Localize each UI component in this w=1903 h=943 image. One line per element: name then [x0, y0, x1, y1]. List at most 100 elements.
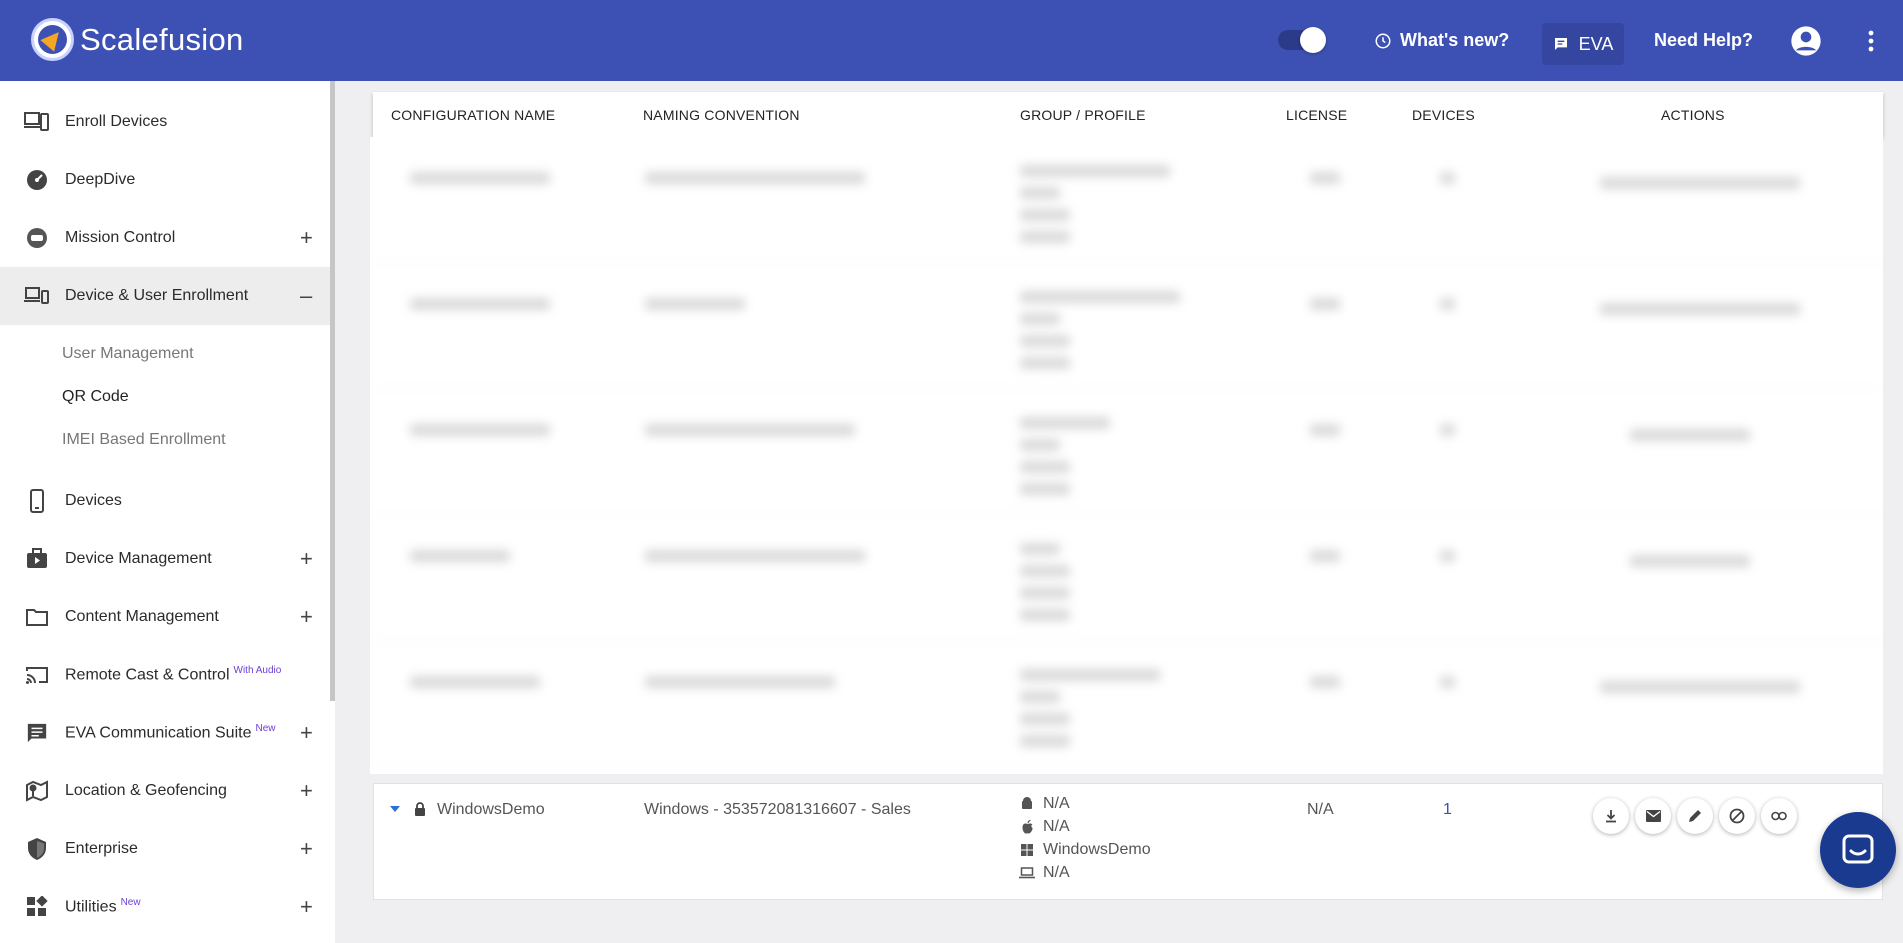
sidebar-item-label: EVA Communication Suite New: [65, 723, 275, 742]
chat-bubble-icon: [1842, 834, 1874, 864]
sidebar-item-label: Mission Control: [65, 229, 176, 246]
sidebar-item-devices[interactable]: Devices: [0, 472, 330, 530]
apple-icon: [1019, 819, 1035, 835]
eva-label: EVA: [1578, 33, 1614, 54]
sidebar-item-location-geofencing[interactable]: Location & Geofencing +: [0, 762, 330, 820]
folder-icon: [24, 604, 50, 630]
ios-profile: N/A: [1019, 818, 1070, 836]
cast-icon: [24, 662, 50, 688]
sidebar-item-device-user-enrollment[interactable]: Device & User Enrollment –: [0, 267, 330, 325]
sidebar-item-deepdive[interactable]: DeepDive: [0, 151, 330, 209]
sidebar-item-enroll-devices[interactable]: Enroll Devices: [0, 93, 330, 151]
column-header-group-profile[interactable]: GROUP / PROFILE: [1020, 107, 1146, 123]
sidebar-subitem-imei-enrollment[interactable]: IMEI Based Enrollment: [62, 431, 226, 449]
laptop-icon: [1019, 865, 1035, 881]
mission-control-icon: [24, 225, 50, 251]
windows-value: WindowsDemo: [1043, 841, 1151, 858]
table-row: [370, 263, 1883, 389]
sidebar-item-mission-control[interactable]: Mission Control +: [0, 209, 330, 267]
new-badge: New: [255, 723, 276, 735]
expand-icon[interactable]: +: [300, 604, 313, 630]
table-row: [370, 641, 1883, 767]
sidebar-item-label: Devices: [65, 492, 122, 509]
widgets-icon: [24, 894, 50, 920]
map-pin-icon: [24, 778, 50, 804]
sidebar-item-eva-suite[interactable]: EVA Communication Suite New +: [0, 704, 330, 762]
link-button[interactable]: [1761, 798, 1797, 834]
android-value: N/A: [1043, 795, 1070, 812]
sidebar-subitem-qr-code[interactable]: QR Code: [62, 388, 129, 406]
table-row-windowsdemo[interactable]: WindowsDemo Windows - 353572081316607 - …: [373, 783, 1883, 900]
expand-icon[interactable]: +: [300, 546, 313, 572]
sidebar-scrollbar[interactable]: [330, 81, 335, 701]
sidebar-item-remote-cast[interactable]: Remote Cast & Control With Audio: [0, 646, 330, 704]
more-options-icon[interactable]: [1867, 29, 1875, 53]
table-row: [370, 389, 1883, 515]
blurred-rows: [370, 137, 1883, 774]
chat-icon: [24, 720, 50, 746]
need-help-label: Need Help?: [1654, 30, 1754, 50]
column-header-naming-convention[interactable]: NAMING CONVENTION: [643, 107, 800, 123]
mac-value: N/A: [1043, 864, 1070, 881]
ios-value: N/A: [1043, 818, 1070, 835]
chat-support-button[interactable]: [1820, 812, 1896, 888]
sidebar-item-label: Enterprise: [65, 840, 138, 857]
toggle-knob[interactable]: [1300, 27, 1326, 53]
mac-profile: N/A: [1019, 864, 1070, 882]
devices-count-link[interactable]: 1: [1443, 801, 1452, 819]
column-header-actions: ACTIONS: [1661, 106, 1725, 123]
clock-icon: [1375, 33, 1391, 48]
sidebar-item-utilities[interactable]: Utilities New +: [0, 878, 330, 936]
sidebar-item-text: Utilities: [65, 898, 117, 916]
sidebar-subitem-user-management[interactable]: User Management: [62, 345, 194, 363]
mail-icon: [1645, 810, 1661, 822]
configuration-name[interactable]: WindowsDemo: [437, 801, 545, 819]
sidebar-item-content-management[interactable]: Content Management +: [0, 588, 330, 646]
enroll-icon: [24, 109, 50, 135]
block-icon: [1729, 808, 1745, 824]
sidebar-item-label: Content Management: [65, 608, 219, 625]
expand-icon[interactable]: +: [300, 225, 313, 251]
speedometer-icon: [24, 167, 50, 193]
sidebar-item-device-management[interactable]: Device Management +: [0, 530, 330, 588]
edit-button[interactable]: [1677, 798, 1713, 834]
sidebar-item-text: Remote Cast & Control: [65, 666, 230, 684]
sidebar-item-text: EVA Communication Suite: [65, 724, 252, 742]
sidebar-item-label: Enroll Devices: [65, 113, 168, 130]
phone-icon: [24, 488, 50, 514]
expand-row-icon[interactable]: [390, 806, 400, 812]
windows-profile: WindowsDemo: [1019, 841, 1151, 859]
need-help-link[interactable]: Need Help?: [1654, 0, 1753, 81]
expand-icon[interactable]: +: [300, 778, 313, 804]
collapse-icon[interactable]: –: [300, 283, 312, 309]
download-button[interactable]: [1593, 798, 1629, 834]
expand-icon[interactable]: +: [300, 836, 313, 862]
naming-convention: Windows - 353572081316607 - Sales: [644, 801, 911, 818]
brand-name: Scalefusion: [80, 21, 244, 57]
column-header-devices[interactable]: DEVICES: [1412, 107, 1475, 123]
table-header: CONFIGURATION NAME NAMING CONVENTION GRO…: [373, 92, 1883, 137]
brand[interactable]: Scalefusion: [31, 18, 244, 61]
column-header-license[interactable]: LICENSE: [1286, 107, 1347, 123]
whats-new-link[interactable]: What's new?: [1374, 0, 1509, 81]
column-header-configuration-name[interactable]: CONFIGURATION NAME: [391, 107, 555, 123]
disable-button[interactable]: [1719, 798, 1755, 834]
link-icon: [1771, 811, 1787, 821]
sidebar-item-enterprise[interactable]: Enterprise +: [0, 820, 330, 878]
expand-icon[interactable]: +: [300, 894, 313, 920]
expand-icon[interactable]: +: [300, 720, 313, 746]
download-icon: [1606, 810, 1616, 823]
sidebar-item-label: Location & Geofencing: [65, 782, 227, 799]
new-badge: New: [120, 897, 141, 909]
eva-button[interactable]: EVA: [1542, 23, 1624, 65]
email-button[interactable]: [1635, 798, 1671, 834]
scalefusion-logo-icon: [31, 18, 74, 61]
lock-icon: [415, 802, 425, 816]
with-audio-badge: With Audio: [233, 665, 282, 677]
top-bar: Scalefusion What's new? EVA Need Help?: [0, 0, 1903, 81]
account-icon[interactable]: [1790, 25, 1822, 57]
devices-icon: [24, 283, 50, 309]
shield-icon: [24, 836, 50, 862]
table-row: [370, 137, 1883, 263]
sidebar-item-label: Device & User Enrollment: [65, 287, 249, 304]
